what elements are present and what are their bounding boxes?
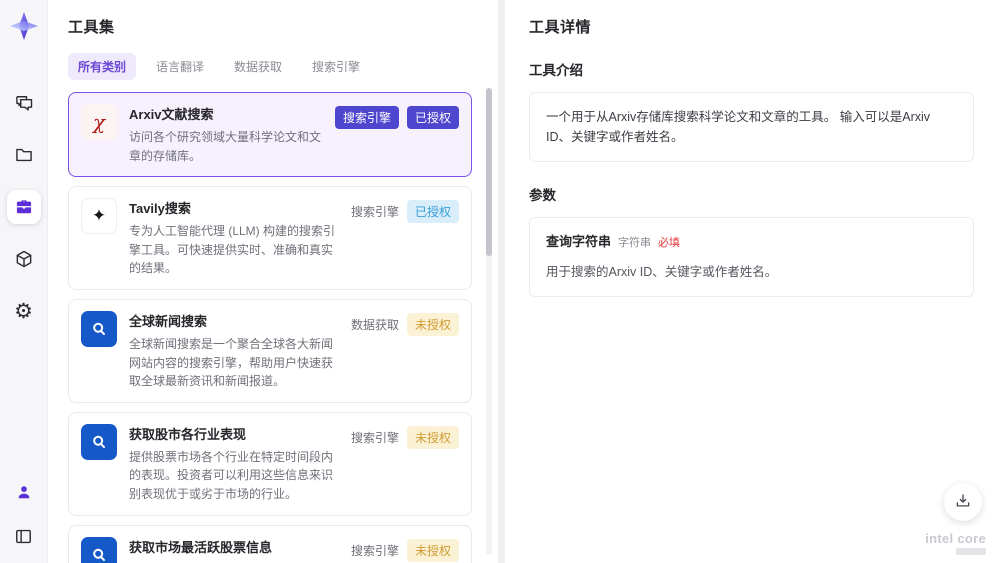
page-title: 工具集 [68, 19, 115, 36]
tool-category-tag: 数据获取 [350, 317, 399, 332]
tool-status-badge: 未授权 [406, 312, 459, 336]
sidebar-item-files[interactable] [7, 138, 41, 172]
param-type: 字符串 [618, 237, 652, 249]
tool-card-main: 获取股市各行业表现 提供股票市场各个行业在特定时间段内的表现。投资者可以利用这些… [129, 424, 339, 504]
download-button[interactable] [944, 483, 982, 521]
panel-icon [14, 527, 33, 546]
tool-name: 获取股市各行业表现 [129, 426, 247, 442]
tool-category-tag: 搜索引擎 [350, 205, 399, 220]
tool-card-main: Tavily搜索 专为人工智能代理 (LLM) 构建的搜索引擎工具。可快速提供实… [129, 198, 339, 278]
bluesearch-tool-icon [81, 423, 117, 460]
tool-detail-panel: 工具详情 工具介绍 一个用于从Arxiv存储库搜索科学论文和文章的工具。 输入可… [505, 0, 1000, 563]
param-box: 查询字符串 字符串 必填 用于搜索的Arxiv ID、关键字或作者姓名。 [529, 217, 974, 297]
sidebar-item-toolbox[interactable] [6, 190, 41, 224]
panel-divider [498, 0, 505, 563]
tool-tags: 数据获取 未授权 [350, 312, 459, 391]
tool-tags: 搜索引擎 未授权 [350, 425, 459, 504]
param-required-badge: 必填 [658, 237, 681, 249]
left-rail: ⚙ [0, 0, 48, 563]
category-tab[interactable]: 数据获取 [224, 53, 292, 80]
bluesearch-tool-icon [81, 310, 117, 347]
tool-description: 全球新闻搜索是一个聚合全球各大新闻网站内容的搜索引擎，帮助用户快速获取全球最新资… [129, 336, 334, 389]
rail-nav: ⚙ [6, 86, 41, 328]
collapse-sidebar-button[interactable] [7, 519, 41, 553]
tool-card-main: Arxiv文献搜索 访问各个研究领域大量科学论文和文章的存储库。 [129, 104, 323, 165]
category-tab[interactable]: 语言翻译 [146, 53, 214, 80]
tool-card[interactable]: 获取股市各行业表现 提供股票市场各个行业在特定时间段内的表现。投资者可以利用这些… [68, 411, 472, 516]
tool-category-tag: 搜索引擎 [334, 106, 399, 129]
tool-name: 获取市场最活跃股票信息 [129, 539, 273, 555]
tool-name: Tavily搜索 [129, 201, 191, 217]
sidebar-item-chat[interactable] [7, 86, 41, 120]
intel-core-logo: intel core [925, 531, 986, 555]
scrollbar-track[interactable] [486, 88, 492, 555]
category-tab[interactable]: 搜索引擎 [302, 53, 370, 80]
tools-list-panel: 工具集 所有类别 语言翻译 数据获取 搜索引擎 χ Arxiv文献搜索 访问各个研究领… [48, 0, 498, 563]
tool-card-main: 获取市场最活跃股票信息 提供当天交易量最高的股票列表。投资者可以利用这些信息来识… [129, 537, 339, 563]
brand-sub-mark [956, 548, 986, 555]
tool-card-main: 全球新闻搜索 全球新闻搜索是一个聚合全球各大新闻网站内容的搜索引擎，帮助用户快速… [129, 311, 339, 391]
tool-name: 全球新闻搜索 [129, 313, 208, 329]
category-tab[interactable]: 所有类别 [68, 53, 137, 80]
brand-text: intel core [925, 531, 986, 546]
sidebar-item-settings[interactable]: ⚙ [7, 294, 41, 328]
gear-icon: ⚙ [14, 299, 33, 323]
avatar-icon [14, 482, 34, 502]
tool-tags: 搜索引擎 已授权 [351, 200, 459, 278]
cube-icon [14, 249, 34, 269]
param-description: 用于搜索的Arxiv ID、关键字或作者姓名。 [546, 264, 778, 279]
tool-cards: χ Arxiv文献搜索 访问各个研究领域大量科学论文和文章的存储库。 搜索引擎 … [68, 92, 472, 563]
tool-description: 专为人工智能代理 (LLM) 构建的搜索引擎工具。可快速提供实时、准确和真实的结… [129, 224, 336, 276]
tool-status-badge: 已授权 [406, 200, 459, 224]
briefcase-icon [14, 197, 34, 217]
arxiv-tool-icon: χ [81, 104, 117, 140]
download-icon [954, 492, 972, 513]
bluesearch-tool-icon [81, 536, 117, 563]
tool-name: Arxiv文献搜索 [129, 107, 214, 122]
intro-box: 一个用于从Arxiv存储库搜索科学论文和文章的工具。 输入可以是Arxiv ID… [529, 92, 974, 162]
param-name: 查询字符串 [546, 234, 612, 249]
tool-status-badge: 未授权 [406, 425, 459, 449]
tool-category-tag: 搜索引擎 [350, 543, 399, 558]
rail-bottom [7, 475, 41, 553]
user-avatar[interactable] [7, 475, 41, 509]
tool-card[interactable]: 全球新闻搜索 全球新闻搜索是一个聚合全球各大新闻网站内容的搜索引擎，帮助用户快速… [68, 298, 472, 403]
tool-description: 提供股票市场各个行业在特定时间段内的表现。投资者可以利用这些信息来识别表现优于或… [129, 449, 334, 501]
tool-description: 访问各个研究领域大量科学论文和文章的存储库。 [129, 130, 322, 163]
tool-card[interactable]: ✦ Tavily搜索 专为人工智能代理 (LLM) 构建的搜索引擎工具。可快速提… [68, 186, 472, 290]
detail-title: 工具详情 [529, 19, 592, 36]
tool-category-tag: 搜索引擎 [350, 430, 399, 445]
tool-card[interactable]: 获取市场最活跃股票信息 提供当天交易量最高的股票列表。投资者可以利用这些信息来识… [68, 524, 472, 563]
params-heading: 参数 [529, 188, 556, 203]
category-tabs: 所有类别 语言翻译 数据获取 搜索引擎 [68, 53, 472, 80]
sidebar-item-models[interactable] [7, 242, 41, 276]
tool-status-badge: 未授权 [406, 538, 459, 562]
intro-text: 一个用于从Arxiv存储库搜索科学论文和文章的工具。 输入可以是Arxiv ID… [546, 110, 931, 144]
scrollbar-thumb[interactable] [486, 88, 492, 256]
intro-heading: 工具介绍 [529, 63, 583, 78]
chat-icon [14, 93, 34, 113]
param-header: 查询字符串 字符串 必填 [546, 232, 957, 253]
tool-tags: 搜索引擎 已授权 [334, 106, 459, 165]
app-window: ⚙ 工具集 所有类别 语言翻译 数据获取 搜索引擎 χ Arxiv文献搜索 访问… [0, 0, 1000, 563]
tool-card[interactable]: χ Arxiv文献搜索 访问各个研究领域大量科学论文和文章的存储库。 搜索引擎 … [68, 92, 472, 178]
tool-tags: 搜索引擎 未授权 [350, 538, 459, 563]
tavily-tool-icon: ✦ [81, 198, 117, 235]
folder-icon [14, 145, 34, 165]
tool-status-badge: 已授权 [406, 106, 459, 129]
app-logo-icon [8, 10, 40, 42]
